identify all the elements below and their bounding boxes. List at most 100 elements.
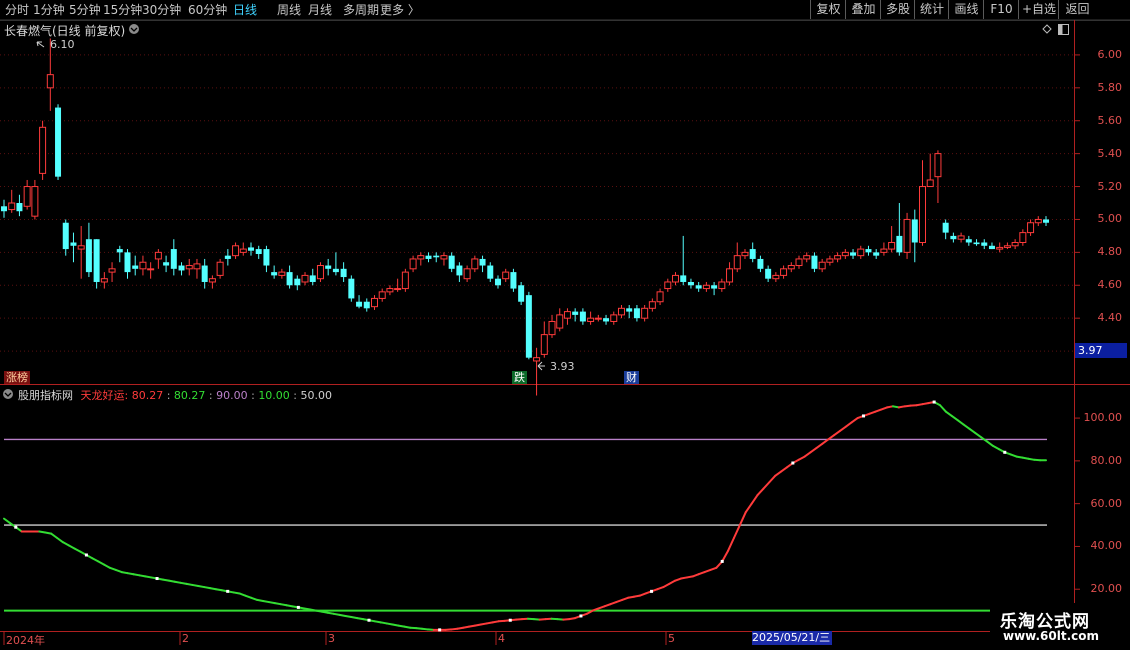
die-tag[interactable]: 跌 — [512, 371, 527, 384]
candle — [132, 255, 139, 276]
indicator-segment — [974, 432, 983, 439]
indicator-segment — [67, 544, 76, 550]
candle — [919, 160, 927, 246]
high-price-label: 6.10 — [50, 38, 75, 51]
indicator-segment — [750, 494, 759, 505]
candle — [973, 239, 980, 246]
candle — [787, 262, 795, 273]
candle — [154, 249, 162, 269]
candle — [409, 255, 417, 273]
candle — [579, 308, 586, 325]
zhangbang-tag[interactable]: 涨榜 — [4, 371, 30, 384]
indicator-marker — [932, 400, 936, 404]
candle — [271, 265, 278, 279]
indicator-segment — [844, 421, 853, 428]
candle — [77, 226, 85, 279]
chart-area[interactable]: 4.204.404.604.805.005.205.405.605.806.00… — [0, 0, 1130, 650]
candle — [325, 258, 332, 276]
indicator-segment — [950, 414, 959, 422]
candle — [950, 232, 957, 243]
indicator-segment — [956, 419, 965, 426]
indicator-segment — [850, 417, 859, 424]
indicator-legend: 股朋指标网 天龙好运: 80.27 : 80.27 : 90.00 : 10.0… — [18, 387, 332, 403]
candle — [425, 252, 432, 263]
candle — [1, 199, 7, 218]
candle — [1027, 219, 1035, 236]
indicator-segment — [833, 429, 841, 437]
indicator-marker — [438, 628, 442, 632]
candle — [818, 258, 826, 273]
indicator-segment — [939, 404, 947, 413]
candle — [232, 242, 240, 259]
candle — [988, 242, 995, 250]
candle — [548, 314, 556, 338]
candle — [648, 298, 656, 312]
chart-svg[interactable] — [0, 0, 1130, 650]
low-annotation — [537, 361, 545, 371]
indicator-segment — [968, 427, 977, 435]
indicator-segment — [50, 532, 58, 539]
candle — [70, 232, 77, 263]
candle — [247, 242, 254, 256]
indicator-line-series — [3, 400, 1047, 632]
candle — [772, 272, 780, 282]
window-icon[interactable] — [1058, 24, 1069, 35]
candle — [1043, 216, 1049, 227]
candle — [672, 272, 680, 286]
price-axis-label: 4.40 — [1097, 311, 1123, 325]
candle — [834, 252, 842, 263]
indicator-values: 天龙好运: 80.27 : 80.27 : 90.00 : 10.00 : 50… — [77, 389, 333, 402]
indicator-segment — [662, 582, 671, 589]
candle — [926, 153, 934, 188]
candle — [494, 275, 501, 289]
cai-tag[interactable]: 财 — [624, 371, 639, 384]
candle — [726, 262, 734, 286]
price-grid — [0, 54, 1080, 352]
candle — [309, 268, 316, 286]
candle — [239, 242, 247, 256]
candle — [656, 288, 664, 306]
candle — [401, 268, 409, 292]
indicator-axis-label: 40.00 — [1090, 539, 1123, 553]
price-axis-label: 5.60 — [1097, 113, 1123, 127]
candle — [680, 235, 687, 286]
candle — [479, 255, 486, 273]
candle — [208, 275, 216, 289]
indicator-name[interactable]: 股朋指标网 — [18, 389, 73, 402]
selected-date-tag: 2025/05/21/三 — [752, 631, 832, 645]
candle — [603, 314, 610, 325]
candle — [502, 268, 510, 282]
candle — [540, 321, 548, 358]
candle — [510, 268, 517, 292]
candle — [386, 285, 394, 296]
indicator-segment — [768, 474, 777, 484]
candle — [116, 245, 123, 263]
candle — [749, 242, 756, 263]
indicator-value-separator: : — [163, 389, 174, 402]
candle — [757, 255, 764, 273]
chart-settings-icon[interactable] — [129, 24, 139, 34]
candle — [286, 265, 293, 289]
candle — [841, 249, 849, 259]
candle — [456, 262, 463, 282]
indicator-value: 50.00 — [300, 389, 333, 402]
candle — [641, 305, 649, 322]
indicator-marker — [1003, 450, 1007, 454]
candle — [348, 275, 355, 302]
candle — [108, 262, 116, 282]
high-annotation — [36, 41, 45, 48]
candle — [124, 249, 131, 279]
candle — [16, 194, 23, 217]
candle — [563, 308, 571, 325]
diamond-icon[interactable] — [1042, 24, 1052, 34]
indicator-segment — [774, 470, 783, 477]
candle — [39, 120, 47, 180]
indicator-settings-icon[interactable] — [3, 389, 13, 399]
indicator-segment — [91, 557, 100, 563]
candle — [255, 245, 262, 259]
candle — [378, 288, 386, 302]
candle — [911, 209, 918, 263]
candle — [62, 219, 69, 256]
candle — [85, 222, 92, 278]
candle — [216, 258, 224, 279]
